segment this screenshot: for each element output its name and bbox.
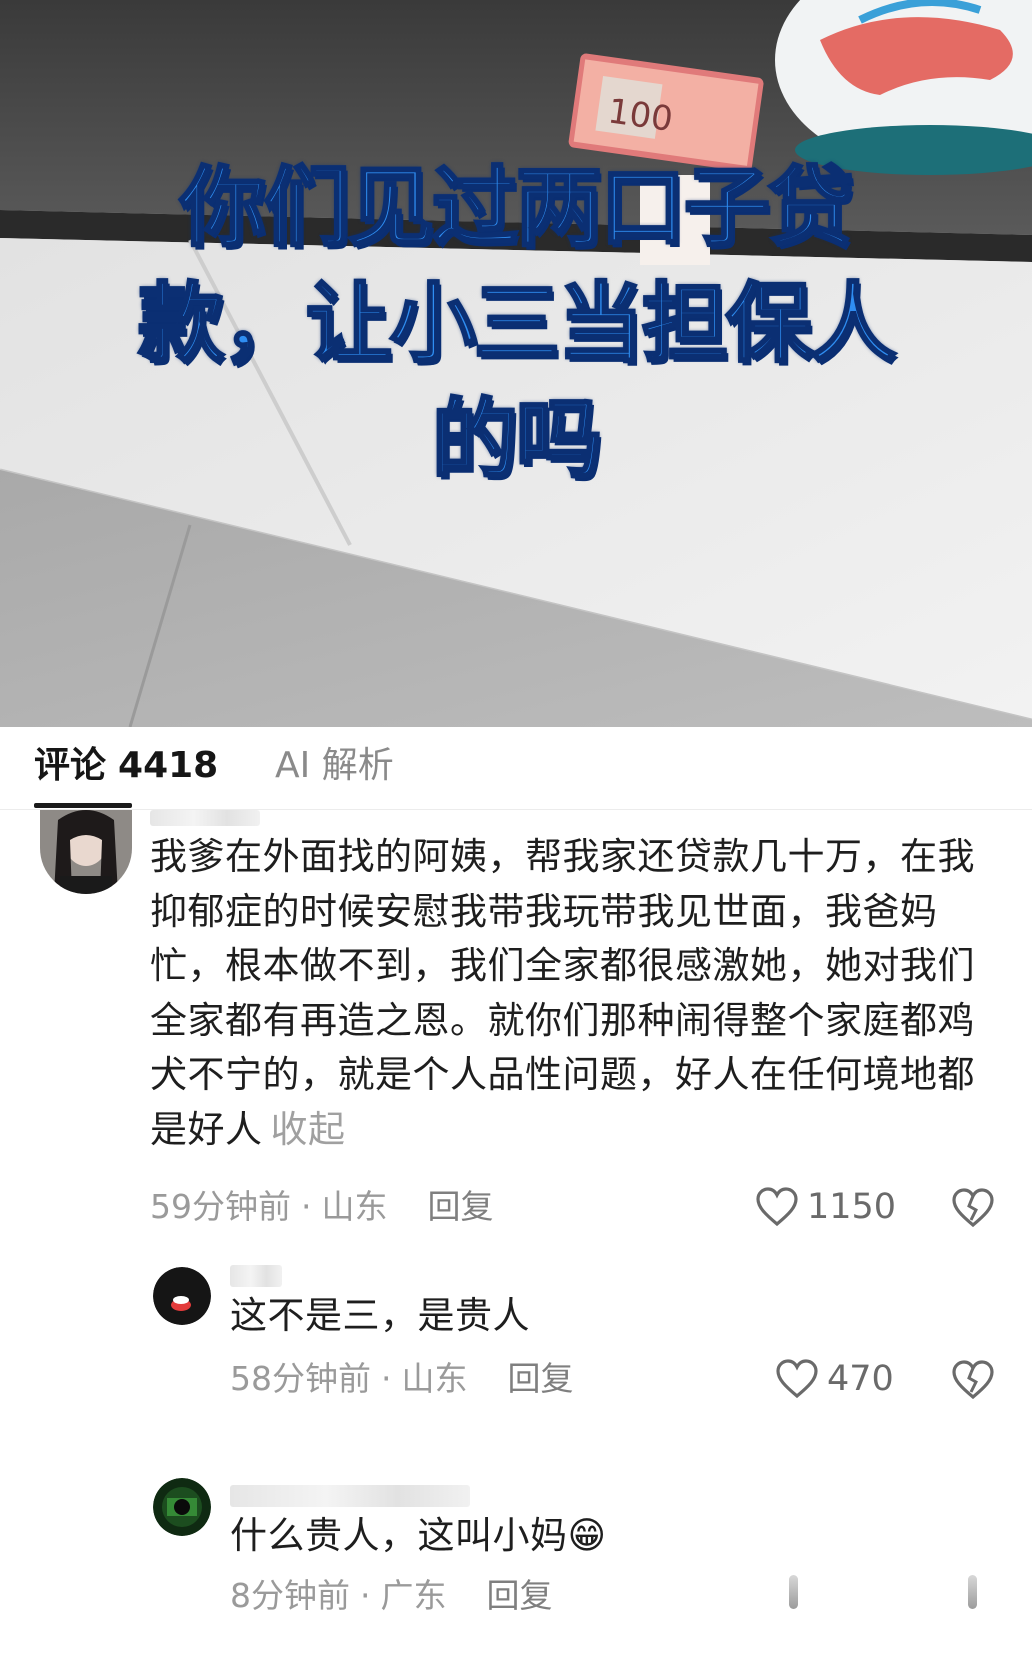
reply-text: 什么贵人，这叫小妈😁 bbox=[230, 1514, 607, 1557]
reply-meta: 58分钟前 · 山东 回复 bbox=[230, 1357, 574, 1401]
comment-meta: 59分钟前 · 山东 回复 bbox=[150, 1185, 494, 1229]
reply-button[interactable]: 回复 bbox=[508, 1359, 574, 1398]
dislike-button[interactable] bbox=[951, 1360, 995, 1404]
reply-meta: 8分钟前 · 广东 回复 bbox=[230, 1574, 553, 1618]
reply-button[interactable]: 回复 bbox=[428, 1187, 494, 1226]
tab-ai-analysis[interactable]: AI 解析 bbox=[275, 741, 394, 791]
comment-text-content: 我爹在外面找的阿姨，帮我家还贷款几十万，在我抑郁症的时候安慰我带我玩带我见世面，… bbox=[150, 835, 975, 1151]
broken-heart-icon bbox=[952, 1360, 994, 1400]
heart-outline-icon bbox=[756, 1187, 798, 1227]
caption-line-1: 你们见过两口子贷 bbox=[179, 157, 856, 260]
active-tab-indicator bbox=[34, 803, 132, 808]
username[interactable] bbox=[150, 810, 260, 826]
caption-line-2: 款，让小三当担保人 bbox=[137, 273, 898, 376]
comment-text: 我爹在外面找的阿姨，帮我家还贷款几十万，在我抑郁症的时候安慰我带我玩带我见世面，… bbox=[150, 830, 1000, 1157]
reply-text: 这不是三，是贵人 bbox=[230, 1294, 530, 1337]
username[interactable] bbox=[230, 1265, 282, 1287]
tab-comments-label: 评论 bbox=[34, 745, 107, 786]
meta-separator: · bbox=[301, 1187, 312, 1226]
like-button[interactable]: 470 bbox=[775, 1357, 894, 1401]
comment-location: 山东 bbox=[321, 1187, 388, 1226]
broken-heart-icon bbox=[952, 1188, 994, 1228]
dislike-button[interactable] bbox=[951, 1188, 995, 1232]
scroll-indicator bbox=[789, 1575, 798, 1609]
reply-location: 山东 bbox=[401, 1359, 468, 1398]
like-count: 470 bbox=[827, 1359, 894, 1399]
like-button[interactable]: 1150 bbox=[755, 1185, 896, 1229]
reply-time: 8分钟前 bbox=[230, 1576, 350, 1615]
heart-outline-icon bbox=[776, 1359, 818, 1399]
comment-count: 4418 bbox=[118, 745, 219, 786]
video-player[interactable]: 100 你们见过两口子贷 款，让小三当担保人 的吗 bbox=[0, 0, 1032, 727]
comment-tabs: 评论 4418 AI 解析 bbox=[0, 727, 1032, 810]
like-count: 1150 bbox=[807, 1187, 897, 1227]
avatar[interactable] bbox=[153, 1478, 211, 1536]
video-caption: 你们见过两口子贷 款，让小三当担保人 的吗 bbox=[0, 150, 1032, 498]
meta-separator: · bbox=[360, 1576, 371, 1615]
reply-location: 广东 bbox=[380, 1576, 447, 1615]
reply-time: 58分钟前 bbox=[230, 1359, 371, 1398]
reply-button[interactable]: 回复 bbox=[487, 1576, 553, 1615]
caption-line-3: 的吗 bbox=[431, 389, 604, 492]
tab-comments[interactable]: 评论 4418 bbox=[34, 741, 218, 791]
meta-separator: · bbox=[381, 1359, 392, 1398]
comment-time: 59分钟前 bbox=[150, 1187, 291, 1226]
scroll-indicator bbox=[968, 1575, 977, 1609]
collapse-link[interactable]: 收起 bbox=[271, 1108, 346, 1151]
avatar[interactable] bbox=[153, 1267, 211, 1325]
username[interactable] bbox=[230, 1485, 470, 1507]
avatar[interactable] bbox=[40, 810, 132, 894]
